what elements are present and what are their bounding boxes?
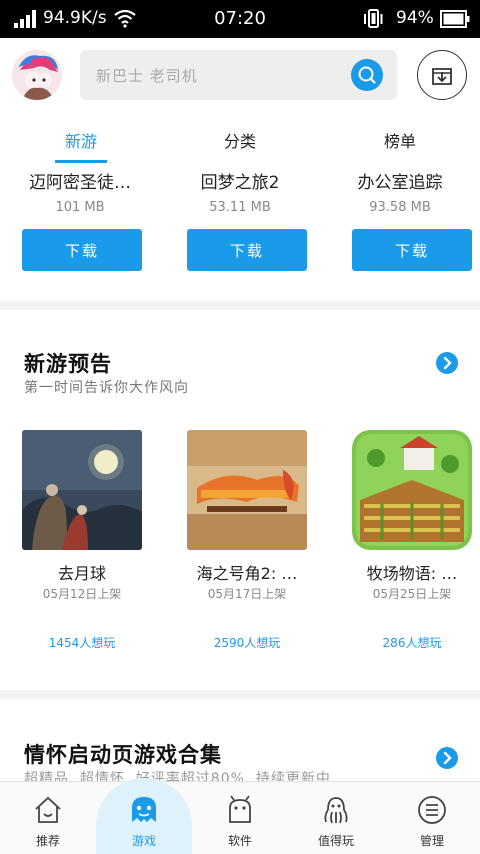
battery-percent: 94%: [396, 8, 434, 28]
nav-item-recommend[interactable]: 推荐: [0, 782, 96, 854]
avatar-image: [12, 50, 62, 100]
octopus-icon: [324, 797, 348, 824]
search-button[interactable]: [351, 59, 383, 91]
nav-item-manage[interactable]: 管理: [384, 782, 480, 854]
want-count: 2590人想玩: [213, 636, 281, 650]
download-manager-button[interactable]: [417, 50, 467, 100]
app-size: 101 MB: [55, 200, 105, 215]
section-subtitle: 第一时间告诉你大作风向: [24, 380, 189, 396]
status-bar: 94.9K/s 07:20 94%: [0, 0, 480, 38]
app-name: 回梦之旅2: [200, 173, 280, 193]
more-button[interactable]: [436, 352, 458, 374]
battery-icon: [440, 10, 470, 28]
game-name: 牧场物语: …: [366, 564, 458, 583]
ghost-game-icon: [132, 797, 156, 822]
nav-item-games[interactable]: 游戏: [96, 782, 192, 854]
game-name: 海之号角2: …: [196, 564, 298, 583]
list-item[interactable]: 迈阿密圣徒… 101 MB: [0, 164, 160, 215]
active-tab-indicator: [55, 160, 107, 163]
more-button[interactable]: [436, 747, 458, 769]
app-size: 93.58 MB: [369, 200, 431, 215]
game-cover: [187, 430, 307, 550]
release-date: 05月17日上架: [207, 587, 287, 601]
game-cover: [352, 430, 472, 550]
game-card[interactable]: 牧场物语: … 05月25日上架 286人想玩: [352, 430, 472, 650]
search-bar[interactable]: 新巴士 老司机: [80, 50, 397, 100]
nav-item-software[interactable]: 软件: [192, 782, 288, 854]
nav-label: 游戏: [131, 834, 156, 848]
want-count: 1454人想玩: [48, 636, 116, 650]
vibrate-icon: [364, 9, 383, 28]
home-icon: [35, 796, 61, 823]
download-button[interactable]: 下载: [187, 229, 307, 271]
list-item[interactable]: 回梦之旅2 53.11 MB: [160, 164, 320, 215]
download-box-icon: [432, 68, 452, 85]
app-list-section: 迈阿密圣徒… 101 MB 回梦之旅2 53.11 MB 办公室追踪 93.58…: [0, 164, 480, 301]
want-count: 286人想玩: [382, 636, 442, 650]
game-card[interactable]: 去月球 05月12日上架 1454人想玩: [22, 430, 142, 650]
nav-label: 软件: [227, 834, 252, 848]
search-icon: [358, 66, 376, 84]
download-button[interactable]: 下载: [352, 229, 472, 271]
search-placeholder: 新巴士 老司机: [96, 67, 198, 85]
app-name: 迈阿密圣徒…: [29, 173, 131, 193]
bottom-nav: 推荐 游戏 软件 值得玩 管理: [0, 778, 480, 854]
chevron-right-icon: [443, 356, 452, 370]
nav-label: 管理: [419, 834, 444, 848]
tab-rankings[interactable]: 榜单: [340, 128, 460, 152]
release-date: 05月25日上架: [372, 587, 452, 601]
top-tabs: 新游 分类 榜单: [0, 116, 480, 164]
game-cover: [22, 430, 142, 550]
tab-new-games[interactable]: 新游: [21, 128, 141, 152]
download-button[interactable]: 下载: [22, 229, 142, 271]
chevron-right-icon: [443, 751, 452, 765]
app-size: 53.11 MB: [209, 200, 271, 215]
header: 新巴士 老司机 新游 分类 榜单: [0, 38, 480, 164]
tab-categories[interactable]: 分类: [180, 128, 300, 152]
new-game-preview-section: 新游预告 第一时间告诉你大作风向 去月球 05月12日上架 1454人想玩 海之…: [0, 310, 480, 690]
menu-circle-icon: [418, 796, 446, 824]
section-title: 新游预告: [24, 352, 112, 376]
game-card[interactable]: 海之号角2: … 05月17日上架 2590人想玩: [187, 430, 307, 650]
list-item[interactable]: 办公室追踪 93.58 MB: [320, 164, 480, 215]
nav-label: 值得玩: [317, 834, 354, 848]
avatar[interactable]: [12, 50, 62, 100]
game-name: 去月球: [57, 564, 106, 583]
android-icon: [229, 795, 251, 823]
release-date: 05月12日上架: [42, 587, 122, 601]
nav-label: 推荐: [35, 834, 60, 848]
app-name: 办公室追踪: [357, 173, 443, 193]
section-title: 情怀启动页游戏合集: [24, 743, 222, 767]
collection-section: 情怀启动页游戏合集 超精品 超情怀 好评率超过80% 持续更新中: [0, 699, 480, 787]
nav-item-worth-playing[interactable]: 值得玩: [288, 782, 384, 854]
